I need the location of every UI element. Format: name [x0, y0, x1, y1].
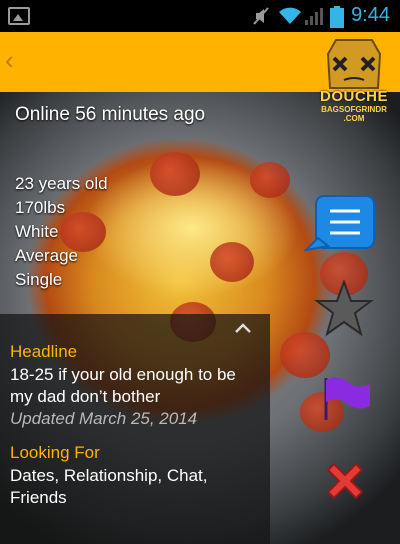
chat-button[interactable] — [304, 194, 376, 254]
flag-icon — [324, 377, 370, 420]
signal-icon — [305, 8, 323, 25]
chat-icon — [304, 195, 375, 252]
star-icon — [314, 280, 374, 337]
stat-weight: 170lbs — [15, 198, 66, 217]
updated-date: Updated March 25, 2014 — [10, 409, 198, 428]
back-button[interactable]: ‹ — [5, 47, 14, 73]
favorite-button[interactable] — [314, 280, 374, 338]
battery-icon — [330, 6, 344, 28]
mute-icon — [253, 7, 269, 25]
headline-label: Headline — [10, 342, 78, 361]
online-status: Online 56 minutes ago — [15, 104, 206, 125]
status-time: 9:44 — [351, 4, 390, 26]
flag-button[interactable] — [320, 374, 372, 422]
collapse-chevron-icon[interactable] — [234, 322, 252, 334]
stat-relationship: Single — [15, 270, 63, 289]
stat-age: 23 years old — [15, 174, 108, 193]
profile-stats: 23 years old 170lbs White Average Single — [15, 172, 108, 292]
logo-tld: .COM — [343, 114, 365, 123]
stat-ethnicity: White — [15, 222, 59, 241]
gallery-notification-icon — [8, 7, 30, 25]
logo-subtext: BAGSOFGRINDR — [321, 105, 387, 114]
status-bar: 9:44 — [0, 0, 400, 32]
looking-for-label: Looking For — [10, 443, 100, 462]
looking-for-text: Dates, Relationship, Chat, Friends — [10, 466, 208, 507]
wifi-icon — [279, 7, 301, 24]
site-logo: DOUCHE BAGSOFGRINDR .COM — [314, 36, 394, 128]
logo-text: DOUCHE — [319, 88, 388, 105]
block-x-icon — [326, 462, 364, 500]
chevron-left-icon: ‹ — [5, 45, 14, 75]
stat-body-type: Average — [15, 246, 79, 265]
block-button[interactable] — [320, 456, 370, 506]
headline-text: 18-25 if your old enough to be my dad do… — [10, 365, 236, 406]
